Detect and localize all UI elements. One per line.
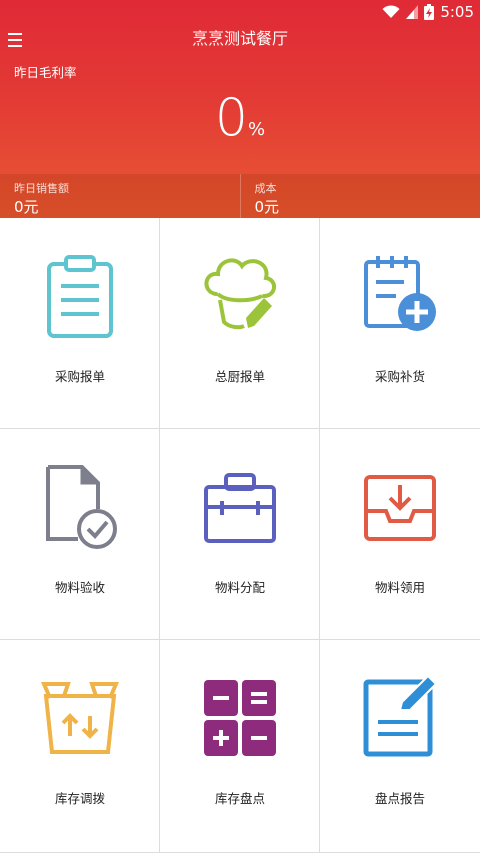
status-icons: 5:05 (382, 3, 474, 21)
tile-label: 物料验收 (54, 580, 105, 595)
tile-purchase-restock[interactable]: 采购补货 (320, 218, 480, 429)
box-transfer-icon (40, 682, 120, 754)
tile-label: 库存调拨 (54, 791, 105, 806)
report-edit-icon (363, 674, 438, 757)
function-grid: 采购报单 总厨报单 采购补货 物料验收 物料分配 物料领用 库存调拨 库存盘点 … (0, 218, 480, 853)
gross-margin-label: 昨日毛利率 (14, 65, 77, 80)
tile-material-distribution[interactable]: 物料分配 (160, 429, 320, 640)
tile-label: 盘点报告 (374, 791, 425, 806)
notepad-add-icon (364, 256, 436, 331)
gross-margin-number: 0 (214, 88, 248, 148)
toolbar: 烹烹测试餐厅 (0, 24, 480, 58)
stat-cost: 成本 0元 (239, 174, 480, 218)
gross-margin-value: 0% (0, 90, 480, 146)
tile-label: 采购报单 (54, 369, 105, 384)
stats-bar: 昨日销售额 0元 成本 0元 (0, 174, 480, 218)
toolbox-icon (204, 473, 276, 543)
tile-count-report[interactable]: 盘点报告 (320, 640, 480, 853)
gross-margin-unit: % (247, 119, 266, 140)
tile-stock-transfer[interactable]: 库存调拨 (0, 640, 160, 853)
tile-label: 物料分配 (214, 580, 265, 595)
tile-purchase-report[interactable]: 采购报单 (0, 218, 160, 429)
chef-hat-icon (204, 258, 276, 330)
page-title: 烹烹测试餐厅 (191, 29, 288, 48)
tile-chef-report[interactable]: 总厨报单 (160, 218, 320, 429)
status-time: 5:05 (440, 3, 474, 21)
signal-icon (406, 5, 419, 19)
stat-cost-label: 成本 (254, 182, 277, 195)
stat-sales: 昨日销售额 0元 (0, 174, 240, 218)
status-bar: 5:05 (0, 0, 480, 24)
stat-sales-label: 昨日销售额 (14, 182, 69, 195)
wifi-icon (382, 5, 400, 18)
clipboard-icon (47, 255, 113, 338)
calculator-icon (204, 680, 276, 756)
tile-label: 总厨报单 (214, 369, 265, 384)
header: 5:05 烹烹测试餐厅 昨日毛利率 0% 昨日销售额 0元 成本 0元 (0, 0, 480, 218)
document-check-icon (46, 465, 117, 549)
battery-icon (424, 4, 435, 20)
tile-material-acceptance[interactable]: 物料验收 (0, 429, 160, 640)
tile-label: 采购补货 (374, 369, 425, 384)
inbox-download-icon (364, 475, 436, 541)
stat-sales-value: 0元 (14, 198, 39, 216)
tile-material-requisition[interactable]: 物料领用 (320, 429, 480, 640)
tile-label: 物料领用 (374, 580, 425, 595)
tile-stock-count[interactable]: 库存盘点 (160, 640, 320, 853)
tile-label: 库存盘点 (214, 791, 265, 806)
stat-cost-value: 0元 (254, 198, 280, 216)
